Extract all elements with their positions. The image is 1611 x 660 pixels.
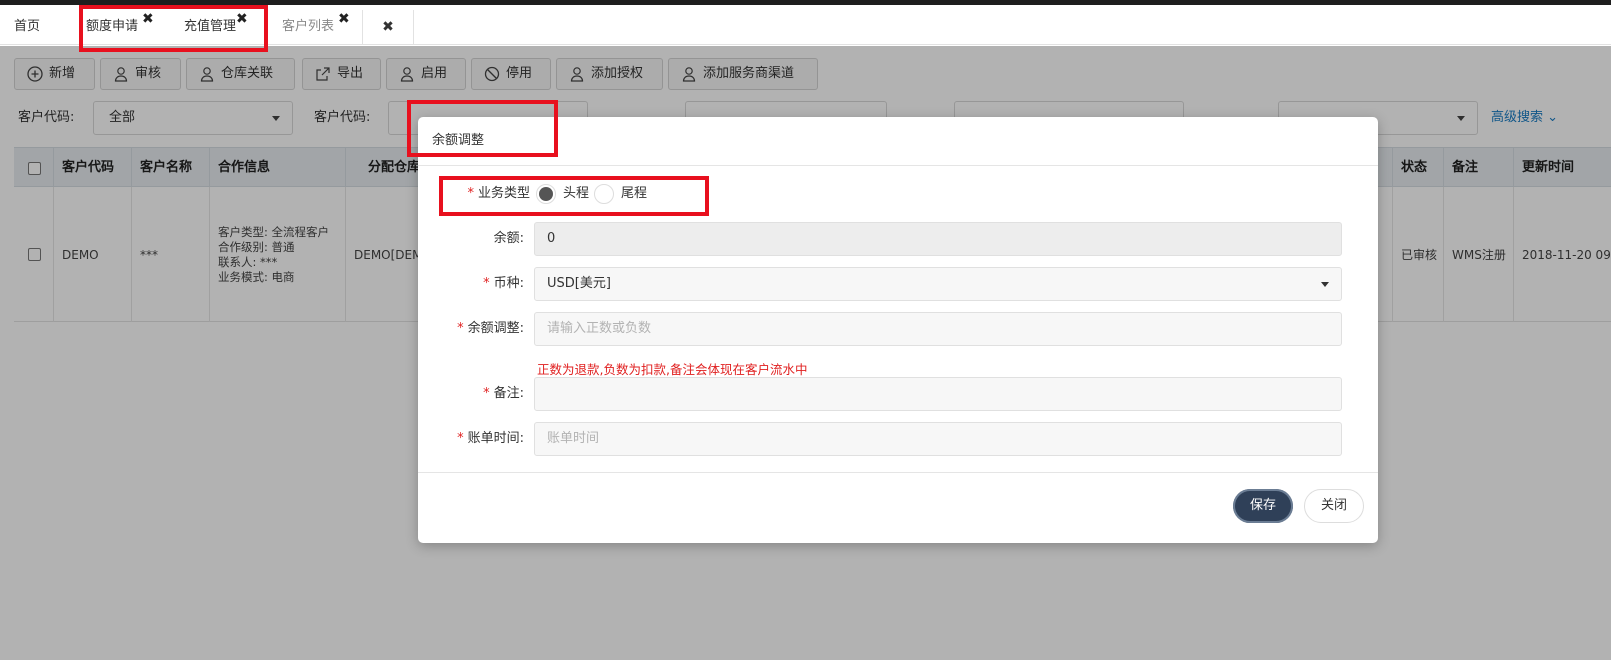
placeholder: 请输入正数或负数 [547,321,652,336]
highlight-box-dialog-title [407,100,558,157]
adjust-hint: 正数为退款,负数为扣款,备注会体现在客户流水中 [537,362,808,377]
divider [418,472,1378,473]
tab-label: 客户列表 [282,19,335,34]
close-all-tab[interactable]: ✖ [362,10,414,45]
highlight-box-business-type [439,176,709,216]
label-text: 备注: [493,386,524,401]
remark-label: * 备注: [483,386,524,401]
currency-row: * 币种: USD[美元] [418,267,1378,301]
bill-time-row: * 账单时间: 账单时间 [418,422,1378,456]
balance-row: 余额: 0 [418,222,1378,256]
bill-time-label: * 账单时间: [457,431,524,446]
bill-time-input[interactable]: 账单时间 [534,422,1342,456]
divider [418,165,1378,166]
adjust-row: * 余额调整: 请输入正数或负数 [418,312,1378,346]
chevron-down-icon [1321,282,1329,287]
currency-label: * 币种: [483,276,524,291]
close-icon[interactable]: ✖ [338,2,350,36]
remark-row: * 备注: [418,377,1378,411]
balance-value: 0 [547,231,556,246]
placeholder: 账单时间 [547,431,600,446]
label-text: 账单时间: [467,431,524,446]
close-button[interactable]: 关闭 [1304,489,1364,523]
label-text: 余额调整: [467,321,524,336]
tab-home[interactable]: 首页 [8,10,40,45]
tab-customer-list[interactable]: 客户列表 ✖ [276,10,350,45]
adjust-amount-input[interactable]: 请输入正数或负数 [534,312,1342,346]
close-icon[interactable]: ✖ [382,19,394,35]
currency-select[interactable]: USD[美元] [534,267,1342,301]
tab-label: 首页 [14,19,41,34]
remark-input[interactable] [534,377,1342,411]
highlight-box-tabs [79,5,268,52]
balance-label: 余额: [493,231,524,246]
select-value: USD[美元] [547,276,611,291]
label-text: 币种: [493,276,524,291]
balance-field: 0 [534,222,1342,256]
adjust-label: * 余额调整: [457,321,524,336]
save-button[interactable]: 保存 [1233,489,1293,523]
